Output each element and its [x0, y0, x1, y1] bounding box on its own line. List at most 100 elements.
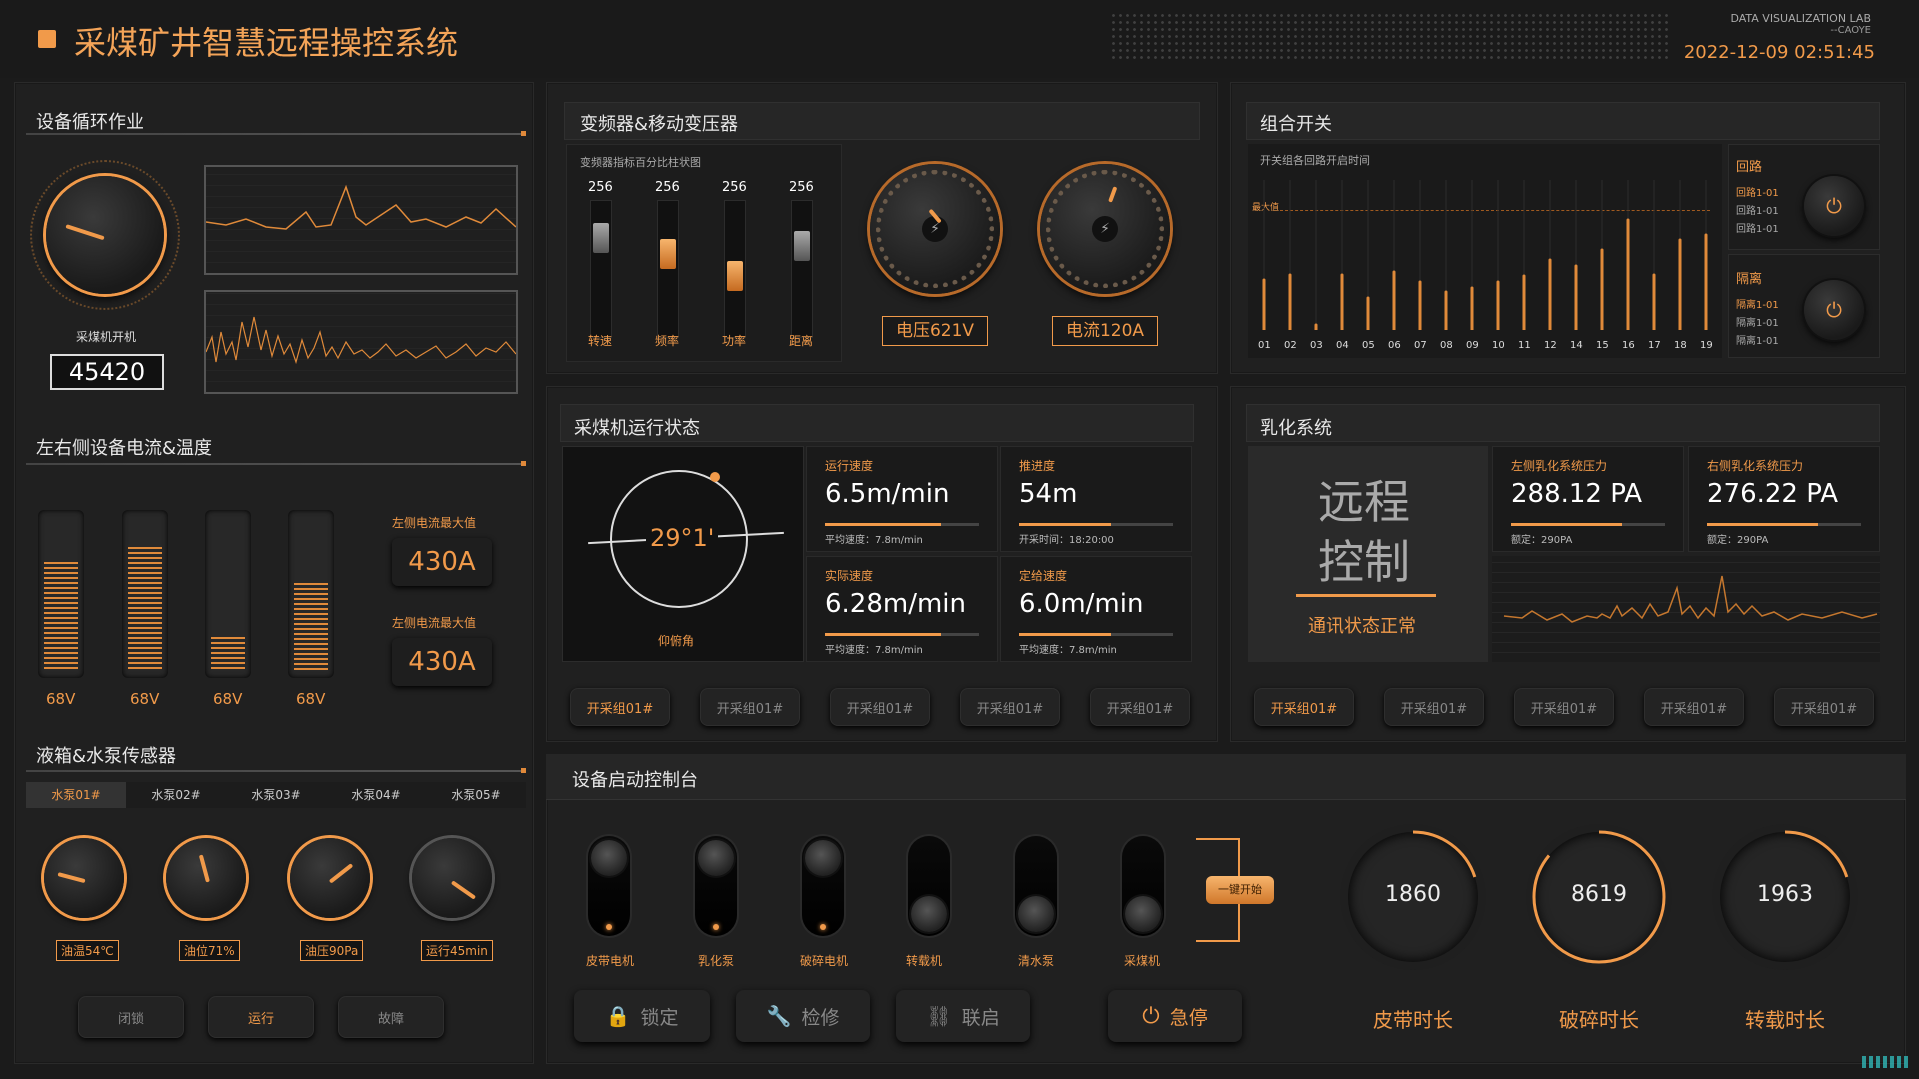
cycle-knob[interactable]: [46, 176, 164, 294]
mining-group-button[interactable]: 开采组01#: [700, 688, 800, 726]
xtick: 17: [1648, 340, 1661, 351]
mining-group-button[interactable]: 开采组01#: [960, 688, 1060, 726]
pump-tab-5[interactable]: 水泵05#: [426, 782, 526, 808]
title-marker: [38, 30, 56, 48]
card-bar: [825, 633, 979, 636]
current-title: 左右侧设备电流&温度: [36, 438, 213, 459]
xtick: 07: [1414, 340, 1427, 351]
crusher-duration-value: 8619: [1571, 882, 1627, 907]
run-button[interactable]: 运行: [208, 996, 314, 1038]
card-bar-fill: [825, 633, 941, 636]
current-bar-label: 68V: [296, 690, 326, 708]
pump-tab-4[interactable]: 水泵04#: [326, 782, 426, 808]
card-sub: 平均速度：7.8m/min: [825, 645, 923, 656]
slider-handle[interactable]: [727, 261, 743, 291]
gauge-needle: [198, 854, 210, 883]
pump-tab-2[interactable]: 水泵02#: [126, 782, 226, 808]
pump-tabs: 水泵01# 水泵02# 水泵03# 水泵04# 水泵05#: [26, 782, 526, 808]
clean-pump-switch[interactable]: [1015, 836, 1057, 936]
lock-console-button[interactable]: 🔒 锁定: [574, 990, 710, 1042]
slider-label: 功率: [722, 334, 747, 348]
pump-tab-1[interactable]: 水泵01#: [26, 782, 126, 808]
card-sub: 开采时间：18:20:00: [1019, 535, 1114, 546]
mining-group-button[interactable]: 开采组01#: [570, 688, 670, 726]
mining-group-button[interactable]: 开采组01#: [1090, 688, 1190, 726]
switch-chart-title: 开关组各回路开启时间: [1260, 154, 1370, 167]
pump-tab-3[interactable]: 水泵03#: [226, 782, 326, 808]
slider-handle[interactable]: [660, 239, 676, 269]
current-max1-value: 430A: [392, 538, 492, 586]
pump-gauge-2[interactable]: [166, 838, 246, 918]
lock-icon: 🔒: [605, 1004, 631, 1028]
corner-logo: [1862, 1056, 1910, 1068]
switch-knob: [1125, 896, 1161, 932]
pump-gauge-tag-3: 油压90Pa: [300, 940, 364, 961]
speed-slider[interactable]: [590, 200, 612, 338]
datetime: 2022-12-09 02:51:45: [1683, 42, 1875, 63]
network-icon: ⛓: [926, 1004, 952, 1028]
button-label: 检修: [801, 1006, 840, 1029]
emulsion-pump-switch[interactable]: [695, 836, 737, 936]
frequency-slider[interactable]: [657, 200, 679, 338]
comm-status: 通讯状态正常: [1308, 616, 1416, 637]
shearer-switch[interactable]: [1122, 836, 1164, 936]
inverter-chart-title: 变频器指标百分比柱状图: [580, 156, 701, 169]
current-max2-label: 左侧电流最大值: [392, 616, 477, 630]
card-sub: 平均速度：7.8m/min: [1019, 645, 1117, 656]
loop-power-button[interactable]: ⏻: [1804, 176, 1864, 236]
switch-led: [820, 924, 826, 930]
current-max1-label: 左侧电流最大值: [392, 516, 477, 530]
power-icon: ⏻: [1826, 194, 1842, 218]
crusher-motor-switch[interactable]: [802, 836, 844, 936]
emulsion-group-button[interactable]: 开采组01#: [1774, 688, 1874, 726]
xtick: 16: [1622, 340, 1635, 351]
one-key-start-button[interactable]: 一键开始: [1206, 876, 1274, 904]
voltage-gauge: ⚡: [870, 164, 1000, 294]
emulsion-group-button[interactable]: 开采组01#: [1644, 688, 1744, 726]
switch-knob: [698, 840, 734, 876]
lock-button[interactable]: 闭锁: [78, 996, 184, 1038]
slider-handle[interactable]: [593, 223, 609, 253]
pump-gauge-1[interactable]: [44, 838, 124, 918]
angle-value: 29°1': [646, 524, 719, 552]
emulsion-group-button[interactable]: 开采组01#: [1254, 688, 1354, 726]
repair-button[interactable]: 🔧 检修: [736, 990, 870, 1042]
slider-handle[interactable]: [794, 231, 810, 261]
card-bar: [1019, 523, 1173, 526]
switch-label: 皮带电机: [586, 954, 635, 968]
emulsion-group-button[interactable]: 开采组01#: [1514, 688, 1614, 726]
fault-button[interactable]: 故障: [338, 996, 444, 1038]
emergency-stop-button[interactable]: ⏻ 急停: [1108, 990, 1242, 1042]
distance-slider[interactable]: [791, 200, 813, 338]
pump-gauge-tag-2: 油位71%: [179, 940, 240, 961]
power-slider[interactable]: [724, 200, 746, 338]
mining-group-button[interactable]: 开采组01#: [830, 688, 930, 726]
card-sub: 平均速度：7.8m/min: [825, 535, 923, 546]
current-max2-value: 430A: [392, 638, 492, 686]
current-bar-fill: [211, 637, 245, 670]
angle-label: 仰俯角: [658, 634, 695, 648]
reloader-switch[interactable]: [908, 836, 950, 936]
slider-label: 距离: [789, 334, 814, 348]
xtick: 01: [1258, 340, 1271, 351]
actual-speed-card: 实际速度 6.28m/min 平均速度：7.8m/min: [806, 556, 998, 662]
wrench-icon: 🔧: [766, 1004, 792, 1028]
isolation-power-button[interactable]: ⏻: [1804, 280, 1864, 340]
current-gauge: ⚡: [1040, 164, 1170, 294]
angle-handle[interactable]: [710, 472, 720, 482]
belt-motor-switch[interactable]: [588, 836, 630, 936]
switch-led: [606, 924, 612, 930]
card-bar-fill: [1019, 633, 1112, 636]
xtick: 09: [1466, 340, 1479, 351]
cycle-counter: 45420: [50, 354, 164, 390]
emulsion-group-button[interactable]: 开采组01#: [1384, 688, 1484, 726]
current-bar-label: 68V: [213, 690, 243, 708]
linkage-button[interactable]: ⛓ 联启: [896, 990, 1030, 1042]
pump-gauge-4[interactable]: [412, 838, 492, 918]
pump-gauge-3[interactable]: [290, 838, 370, 918]
remote-text-2: 控制: [1318, 535, 1410, 589]
xtick: 06: [1388, 340, 1401, 351]
card-title: 定给速度: [1019, 569, 1068, 583]
xtick: 04: [1336, 340, 1349, 351]
header: 采煤矿井智慧远程操控系统 DATA VISUALIZATION LAB --CA…: [0, 0, 1919, 78]
